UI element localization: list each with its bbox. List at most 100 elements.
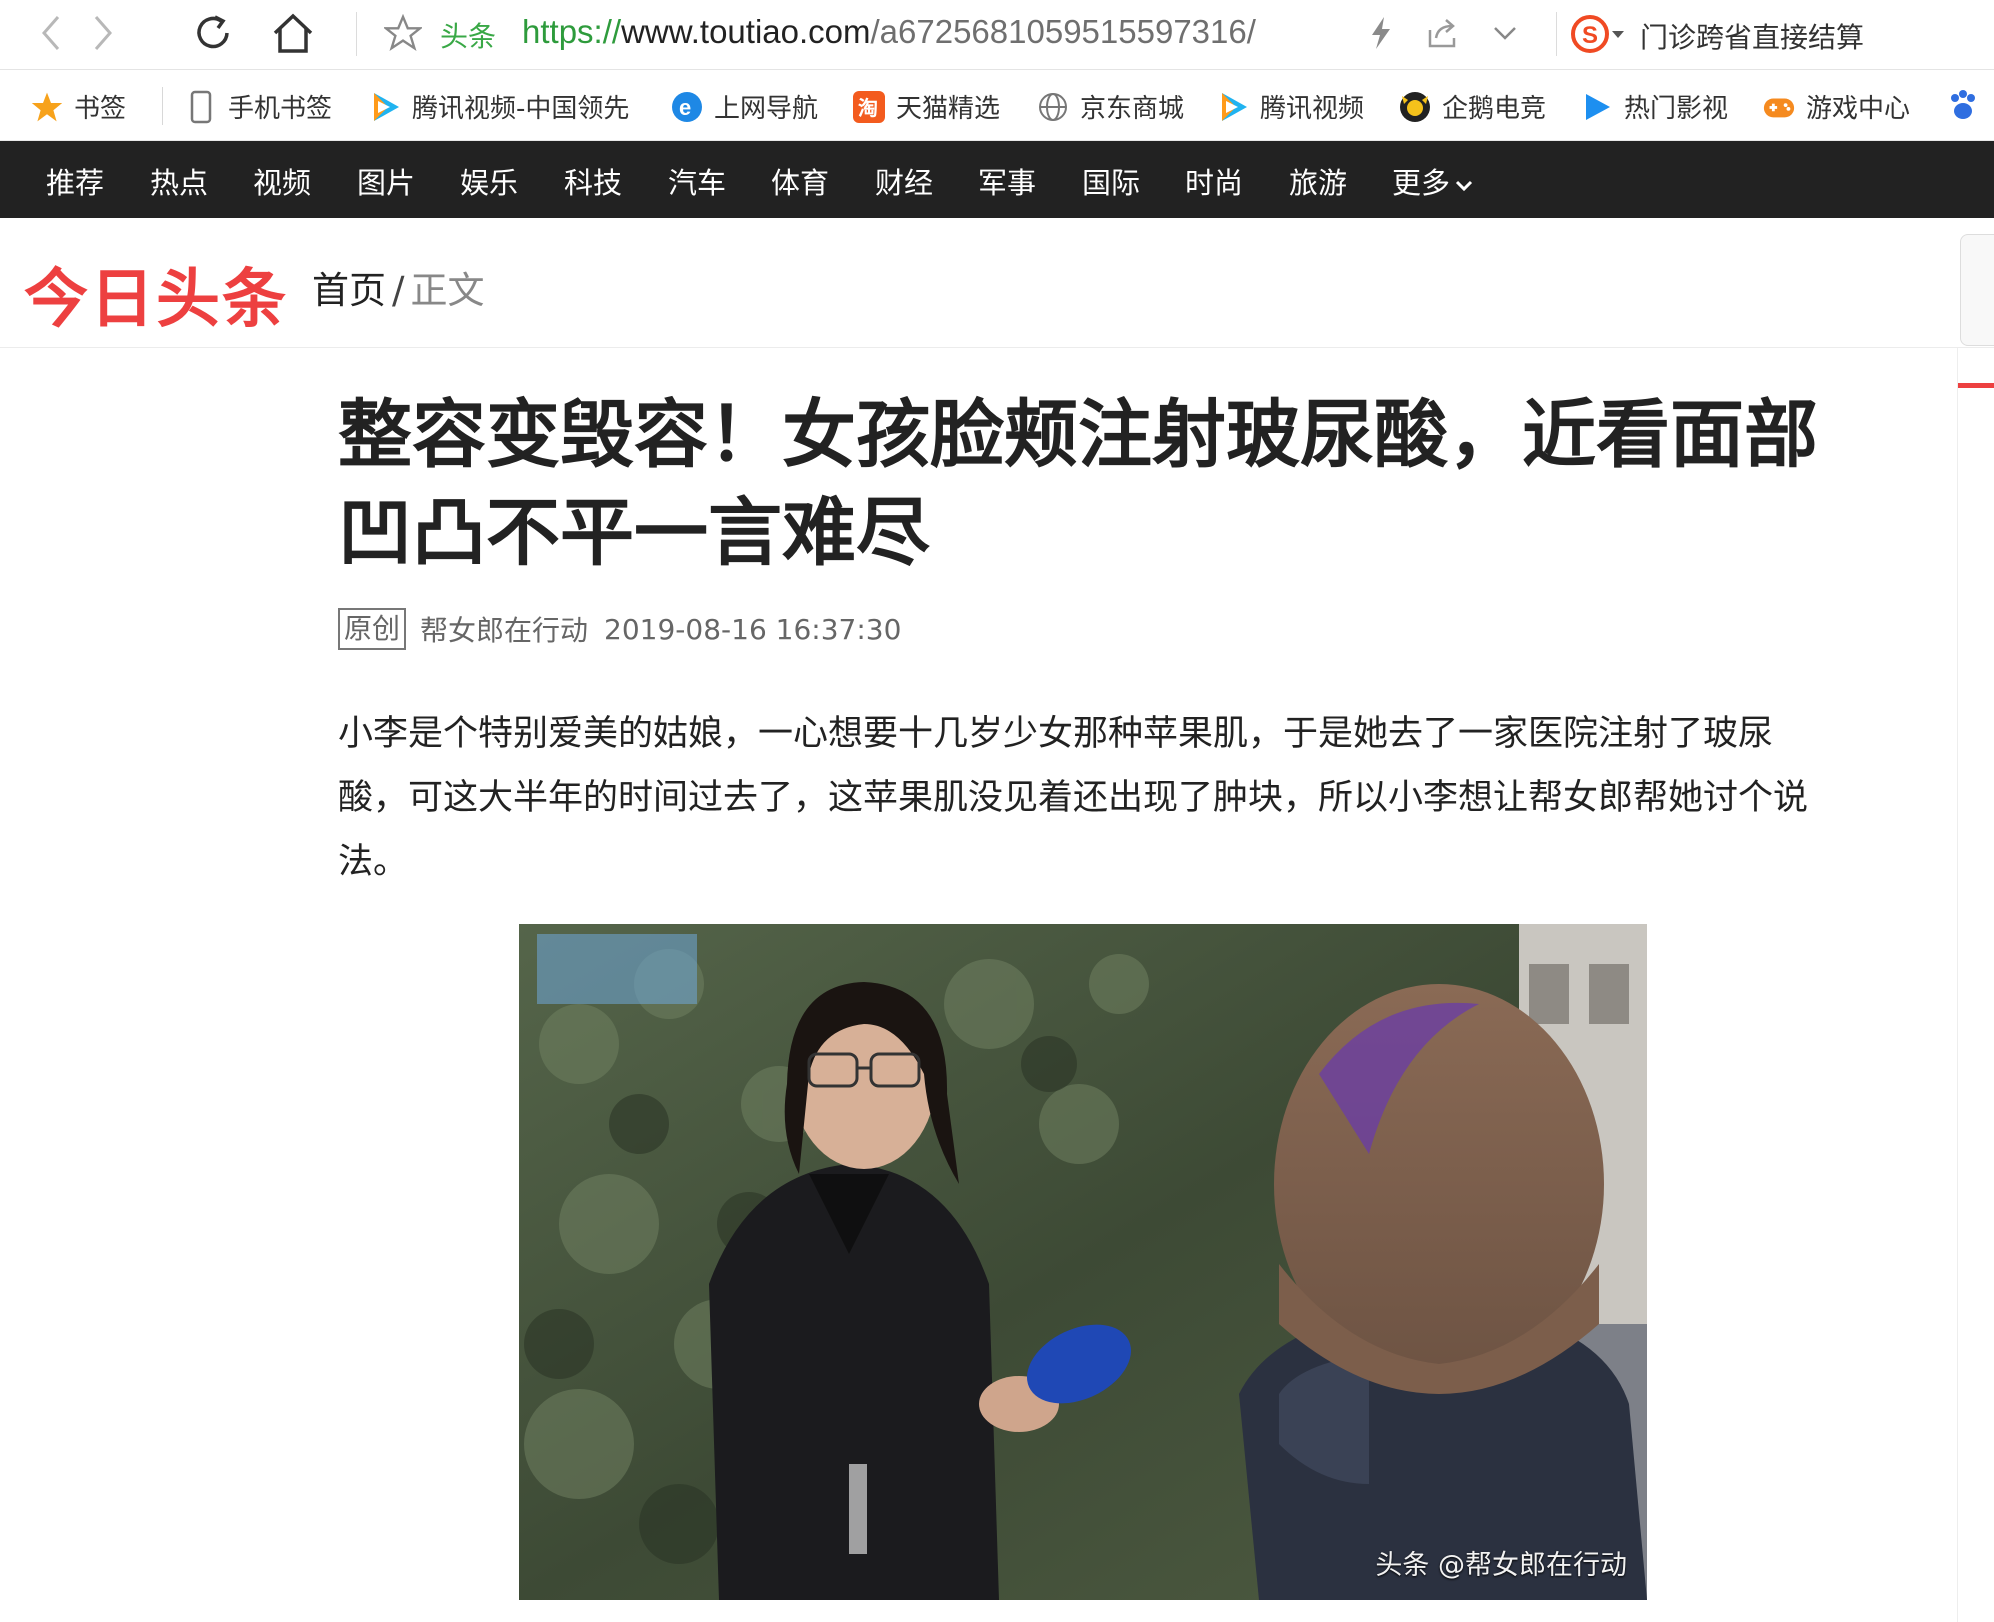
channel-tab[interactable]: 娱乐 <box>460 160 518 202</box>
bookmark-label: 书签 <box>74 94 127 124</box>
bookmark-label: 腾讯视频 <box>1260 94 1365 124</box>
caret-down-icon <box>1612 31 1624 38</box>
channel-tab[interactable]: 热点 <box>150 160 208 202</box>
site-logo[interactable]: 今日头条 <box>24 248 288 340</box>
site-header: 今日头条 首页 / 正文 <box>0 218 1994 348</box>
penguin-esports-icon <box>1398 90 1432 124</box>
bookmark-label: 企鹅电竞 <box>1442 94 1547 124</box>
breadcrumb-current: 正文 <box>410 269 485 312</box>
svg-text:S: S <box>1582 22 1598 49</box>
home-button[interactable] <box>270 10 316 56</box>
side-divider <box>1957 348 1958 1622</box>
search-engine-selector[interactable]: S <box>1570 14 1626 54</box>
toolbar-divider <box>1556 12 1557 56</box>
bookmark-item-mobile[interactable]: 手机书签 <box>184 88 332 125</box>
bookmark-item-bookmarks[interactable]: 书签 <box>30 88 126 125</box>
ie-icon: e <box>670 90 704 124</box>
search-input[interactable]: 门诊跨省直接结算 <box>1640 16 1864 56</box>
channel-tab[interactable]: 军事 <box>978 160 1036 202</box>
bookmarks-divider <box>162 87 163 125</box>
channel-tab[interactable]: 推荐 <box>46 160 104 202</box>
back-button[interactable] <box>28 10 74 56</box>
svg-text:淘: 淘 <box>858 96 878 120</box>
sogou-logo-icon: S <box>1571 15 1609 53</box>
channel-tab[interactable]: 图片 <box>357 160 415 202</box>
chevron-left-icon <box>42 16 60 50</box>
home-icon <box>273 13 313 53</box>
article-image: 头条 @帮女郎在行动 <box>519 924 1647 1600</box>
more-label: 更多 <box>1392 166 1451 200</box>
phone-icon <box>184 90 218 124</box>
channel-tab[interactable]: 国际 <box>1082 160 1140 202</box>
bookmark-item-tencent-video[interactable]: 腾讯视频 <box>1216 88 1364 125</box>
photo-illustration <box>519 924 1647 1600</box>
gamepad-icon <box>1762 90 1796 124</box>
breadcrumb: 首页 / 正文 <box>312 260 484 314</box>
side-accent-bar <box>1958 383 1994 388</box>
bookmark-label: 手机书签 <box>228 94 333 124</box>
bookmark-item-hot-movies[interactable]: 热门影视 <box>1580 88 1728 125</box>
article-paragraph: 小李是个特别爱美的姑娘，一心想要十几岁少女那种苹果肌，于是她去了一家医院注射了玻… <box>338 714 1809 882</box>
share-icon <box>1428 19 1456 48</box>
url-protocol: https:// <box>522 13 622 50</box>
bookmark-item-baidu[interactable] <box>1946 88 1980 122</box>
play-icon <box>1580 90 1614 124</box>
globe-icon <box>1036 90 1070 124</box>
article-meta: 原创 帮女郎在行动 2019-08-16 16:37:30 <box>338 608 901 650</box>
channel-tab[interactable]: 科技 <box>564 160 622 202</box>
channel-tab-more[interactable]: 更多 <box>1392 160 1474 202</box>
chevron-down-icon <box>1455 180 1473 192</box>
reload-button[interactable] <box>190 10 236 56</box>
bookmark-label: 天猫精选 <box>896 94 1001 124</box>
speed-mode-button[interactable] <box>1358 10 1404 56</box>
star-outline-icon <box>384 14 422 52</box>
svg-text:e: e <box>679 95 691 120</box>
channel-tab[interactable]: 时尚 <box>1185 160 1243 202</box>
channel-tab[interactable]: 旅游 <box>1289 160 1347 202</box>
breadcrumb-separator: / <box>392 269 405 312</box>
bookmark-label: 游戏中心 <box>1806 94 1911 124</box>
bookmark-item-tmall[interactable]: 淘 天猫精选 <box>852 88 1000 125</box>
bookmark-label: 热门影视 <box>1624 94 1729 124</box>
side-panel-tab[interactable] <box>1960 234 1994 346</box>
channel-tab[interactable]: 体育 <box>771 160 829 202</box>
article-source[interactable]: 帮女郎在行动 <box>420 609 588 649</box>
chevron-down-icon <box>1494 27 1516 40</box>
channel-tab[interactable]: 视频 <box>253 160 311 202</box>
reload-icon <box>197 15 229 49</box>
bookmark-item-tencent-video-china[interactable]: 腾讯视频-中国领先 <box>368 88 640 125</box>
url-path: /a6725681059515597316/ <box>870 13 1256 50</box>
paw-icon <box>1946 88 1980 122</box>
article-title: 整容变毁容！女孩脸颊注射玻尿酸，近看面部凹凸不平一言难尽 <box>338 392 1818 576</box>
bookmark-label: 京东商城 <box>1080 94 1185 124</box>
tmall-icon: 淘 <box>852 90 886 124</box>
image-watermark: 头条 @帮女郎在行动 <box>1375 1550 1627 1581</box>
lightning-icon <box>1372 17 1390 49</box>
toolbar-divider <box>356 12 357 56</box>
channel-tab[interactable]: 财经 <box>875 160 933 202</box>
site-tag: 头条 <box>440 20 497 53</box>
bookmark-item-game-center[interactable]: 游戏中心 <box>1762 88 1910 125</box>
forward-button[interactable] <box>80 10 126 56</box>
bookmark-item-nav[interactable]: e 上网导航 <box>670 88 818 125</box>
url-domain: www.toutiao.com <box>621 13 871 50</box>
bookmark-item-penguin-esports[interactable]: 企鹅电竞 <box>1398 88 1546 125</box>
bookmark-item-jd[interactable]: 京东商城 <box>1036 88 1184 125</box>
bookmark-label: 上网导航 <box>714 94 819 124</box>
bookmark-label: 腾讯视频-中国领先 <box>412 94 630 124</box>
star-icon <box>30 90 64 124</box>
channel-tab[interactable]: 汽车 <box>668 160 726 202</box>
tencent-video-icon <box>368 90 402 124</box>
browser-toolbar: 头条 https://www.toutiao.com/a672568105951… <box>0 0 1994 70</box>
original-badge: 原创 <box>338 608 407 650</box>
chevron-right-icon <box>94 16 112 50</box>
url-input[interactable]: https://www.toutiao.com/a672568105951559… <box>522 13 1256 51</box>
share-button[interactable] <box>1420 10 1466 56</box>
article-datetime: 2019-08-16 16:37:30 <box>604 612 902 646</box>
dropdown-button[interactable] <box>1482 10 1528 56</box>
favorite-button[interactable] <box>380 10 426 56</box>
tencent-video-icon <box>1216 90 1250 124</box>
breadcrumb-home[interactable]: 首页 <box>312 269 386 312</box>
channel-nav: 推荐 热点 视频 图片 娱乐 科技 汽车 体育 财经 军事 国际 时尚 旅游 更… <box>0 141 1994 218</box>
bookmarks-bar: 书签 手机书签 腾讯视频-中国领先 e 上网导航 淘 天猫精选 京东商城 腾讯视… <box>0 71 1994 141</box>
